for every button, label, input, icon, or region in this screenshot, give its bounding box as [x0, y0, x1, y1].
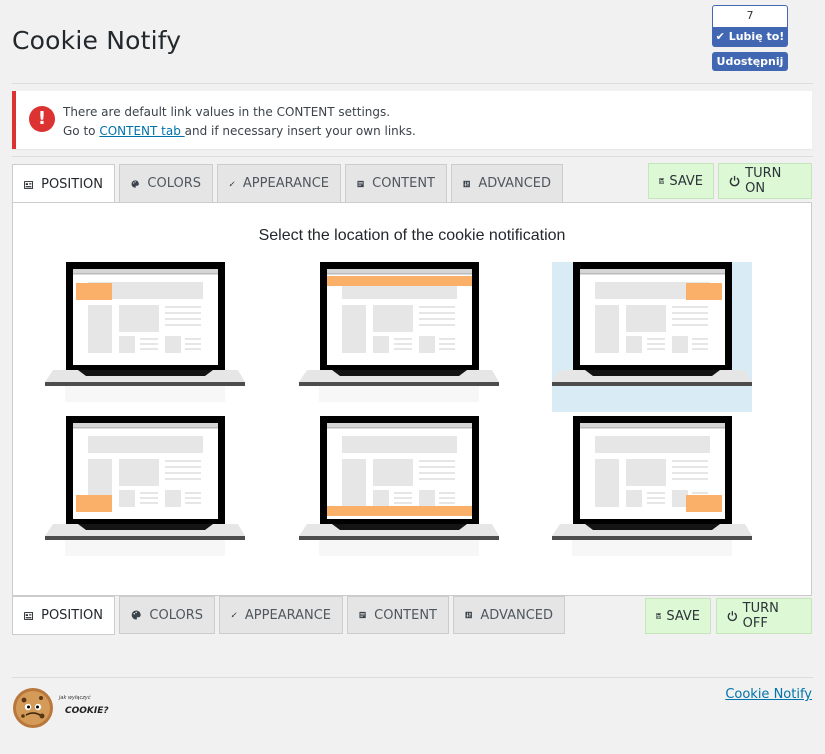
like-label: Lubię to!	[728, 30, 785, 43]
tab-label: ADVANCED	[480, 607, 553, 623]
power-icon	[727, 611, 737, 622]
turn-on-button[interactable]: TURN ON	[718, 163, 812, 199]
palette-icon	[131, 610, 141, 620]
brush-icon	[229, 180, 235, 186]
toggle-label: TURN OFF	[742, 601, 779, 631]
palette-icon	[131, 179, 139, 188]
tab-label: APPEARANCE	[242, 176, 329, 191]
tab-colors[interactable]: COLORS	[119, 596, 215, 634]
laptop-option-bottom-bar[interactable]	[299, 416, 499, 566]
notice-banner: ! There are default link values in the C…	[12, 91, 812, 149]
tab-content[interactable]: CONTENT	[347, 596, 449, 634]
tab-bar-bottom: POSITION COLORS APPEARANCE CONTENT ADVAN…	[12, 596, 569, 635]
tab-colors[interactable]: COLORS	[119, 164, 213, 202]
tab-label: COLORS	[149, 607, 203, 623]
exclamation-icon: !	[29, 106, 55, 132]
laptop-option-bottom-left[interactable]	[45, 416, 245, 566]
facebook-share-button[interactable]: Udostępnij	[712, 52, 788, 71]
notice-line-1: There are default link values in the CON…	[63, 105, 391, 119]
logo-big-text: COOKIE?	[65, 706, 109, 716]
tab-position[interactable]: POSITION	[12, 164, 115, 204]
tab-advanced[interactable]: ADVANCED	[453, 596, 565, 634]
tab-label: ADVANCED	[478, 176, 551, 191]
save-button-bottom[interactable]: SAVE	[645, 598, 711, 634]
turn-off-button[interactable]: TURN OFF	[716, 598, 812, 634]
laptop-option-top-right[interactable]	[552, 262, 752, 412]
tab-bar-top: POSITION COLORS APPEARANCE CONTENT ADVAN…	[12, 164, 567, 204]
content-icon	[357, 180, 364, 187]
checkmark-icon: ✔	[715, 30, 729, 43]
tab-label: COLORS	[147, 176, 201, 191]
cookie-logo: jak wyłączyć COOKIE?	[13, 688, 109, 728]
save-label: SAVE	[669, 173, 703, 189]
facebook-like-widget: 7 ✔ Lubię to! Udostępnij	[712, 5, 788, 71]
tab-label: CONTENT	[372, 176, 435, 191]
content-icon	[359, 611, 366, 619]
tab-label: POSITION	[41, 608, 103, 623]
floppy-icon	[659, 178, 665, 184]
floppy-icon	[656, 613, 662, 619]
like-count: 7	[712, 5, 788, 27]
save-label: SAVE	[666, 608, 700, 624]
content-tab-link[interactable]: CONTENT tab	[99, 124, 184, 138]
notice-line-2: Go to CONTENT tab and if necessary inser…	[63, 124, 416, 138]
panel-title: Select the location of the cookie notifi…	[258, 227, 566, 244]
tab-advanced[interactable]: ADVANCED	[451, 164, 563, 202]
tab-label: CONTENT	[374, 607, 437, 623]
notice-text-after: and if necessary insert your own links.	[184, 124, 416, 138]
position-icon	[24, 180, 33, 189]
toggle-label: TURN ON	[745, 166, 782, 196]
tab-appearance[interactable]: APPEARANCE	[217, 164, 341, 202]
tab-appearance[interactable]: APPEARANCE	[219, 596, 343, 634]
laptop-option-top-bar[interactable]	[299, 262, 499, 412]
footer-divider	[12, 677, 813, 678]
notice-text-before: Go to	[63, 124, 100, 138]
sliders-icon	[463, 180, 470, 187]
footer-plugin-link[interactable]: Cookie Notify	[725, 687, 812, 702]
brush-icon	[231, 612, 237, 618]
page-title: Cookie Notify	[12, 26, 182, 55]
facebook-like-button[interactable]: ✔ Lubię to!	[712, 27, 788, 47]
laptop-option-bottom-right[interactable]	[552, 416, 752, 566]
position-icon	[24, 611, 33, 620]
tab-position[interactable]: POSITION	[12, 596, 115, 635]
tab-content[interactable]: CONTENT	[345, 164, 447, 202]
tab-label: APPEARANCE	[244, 607, 331, 623]
position-panel: Select the location of the cookie notifi…	[12, 202, 812, 596]
notice-divider	[12, 156, 813, 157]
header-divider	[12, 83, 813, 84]
laptop-option-top-left[interactable]	[45, 262, 245, 412]
tab-label: POSITION	[41, 177, 103, 192]
save-button-top[interactable]: SAVE	[648, 163, 714, 199]
logo-small-text: jak wyłączyć	[58, 694, 91, 701]
power-icon	[729, 175, 740, 187]
sliders-icon	[465, 611, 472, 619]
